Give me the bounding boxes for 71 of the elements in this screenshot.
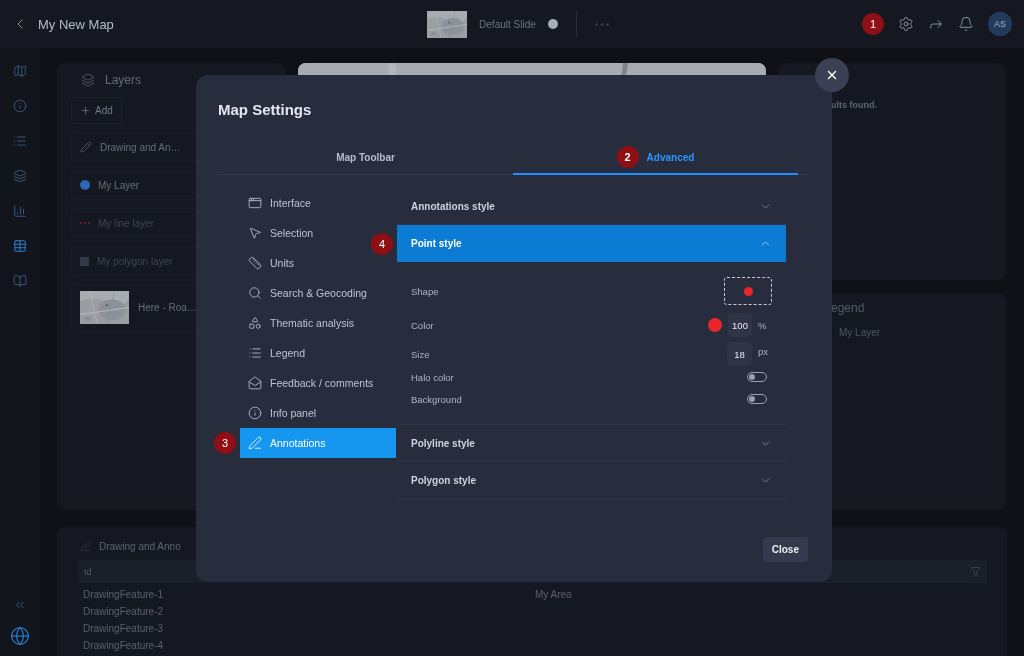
pointer-icon: [248, 226, 262, 240]
map-title: My New Map: [38, 16, 114, 32]
close-button[interactable]: Close: [762, 537, 808, 562]
shapes-icon: [248, 316, 262, 330]
more-icon[interactable]: [594, 22, 609, 26]
callout-badge: 1: [862, 13, 884, 35]
close-icon: [825, 68, 839, 82]
section-header[interactable]: Point style: [397, 225, 786, 262]
list-icon[interactable]: [13, 134, 27, 148]
list-icon: [248, 346, 262, 360]
shape-picker[interactable]: [724, 277, 772, 305]
table-cell-text: My Area: [535, 589, 573, 600]
settings-menu-item[interactable]: Info panel: [240, 398, 396, 428]
bell-icon: [958, 16, 974, 32]
status-dot: [547, 19, 558, 29]
field-label: Color: [411, 319, 434, 331]
table-cell-text: DrawingFeature-3: [83, 623, 165, 634]
info-icon[interactable]: [13, 99, 27, 113]
size-field[interactable]: 18: [727, 342, 752, 366]
pen-icon: [80, 541, 91, 552]
globe-logo-icon: [10, 626, 30, 646]
field-label: Halo color: [411, 371, 454, 383]
opacity-field[interactable]: 100: [728, 313, 752, 337]
table-cell-text: DrawingFeature-1: [83, 589, 165, 600]
field-label: Background: [411, 393, 462, 405]
point-shape-icon: [743, 286, 753, 296]
table-icon[interactable]: [13, 239, 27, 253]
bar-chart-icon[interactable]: [13, 204, 27, 218]
field-label: Shape: [411, 285, 439, 297]
column-header: Id: [84, 566, 92, 577]
settings-icon: [898, 16, 914, 32]
table-cell-text: DrawingFeature-2: [83, 606, 165, 617]
layers-icon[interactable]: [13, 169, 27, 183]
settings-menu-item[interactable]: Legend: [240, 338, 396, 368]
callout-badge: 4: [371, 232, 393, 255]
layers-icon: [81, 73, 95, 87]
info-icon: [248, 406, 262, 420]
section-header[interactable]: Polygon style: [397, 462, 786, 499]
slide-name[interactable]: Default Slide: [479, 18, 536, 30]
pencil-icon: [80, 141, 92, 153]
dashed-line-icon: [80, 222, 90, 224]
color-swatch[interactable]: [708, 318, 722, 332]
panel-title: egend: [830, 300, 866, 315]
book-icon[interactable]: [13, 274, 27, 288]
results-message: ults found.: [831, 100, 877, 110]
user-avatar[interactable]: AS: [988, 12, 1012, 36]
settings-menu-item[interactable]: Feedback / comments: [240, 368, 396, 398]
envelope-icon: [248, 376, 262, 390]
globe-dot-icon: [80, 180, 90, 190]
field-label: Size: [411, 348, 430, 360]
filter-icon: [970, 566, 981, 577]
ruler-icon: [248, 256, 262, 270]
dialog-title: Map Settings: [218, 101, 313, 118]
map-icon[interactable]: [13, 64, 27, 78]
search-icon: [248, 286, 262, 300]
legend-item: My Layer: [838, 326, 882, 338]
callout-badge: 3: [214, 432, 236, 454]
plus-icon: [80, 105, 91, 116]
pen-icon: [248, 436, 262, 450]
add-button[interactable]: Add: [71, 97, 122, 124]
window-icon: [248, 196, 262, 210]
table-cell-text: DrawingFeature-4: [83, 640, 165, 651]
close-button[interactable]: [815, 58, 849, 92]
collapse-icon: [13, 598, 27, 612]
callout-badge: 2: [616, 146, 639, 168]
unit-label: %: [758, 319, 768, 331]
section-header[interactable]: Polyline style: [397, 425, 786, 462]
square-icon: [80, 256, 89, 266]
settings-tab[interactable]: 2 Advanced: [513, 141, 798, 175]
unit-label: px: [758, 345, 770, 357]
panel-title: Layers: [105, 73, 142, 87]
